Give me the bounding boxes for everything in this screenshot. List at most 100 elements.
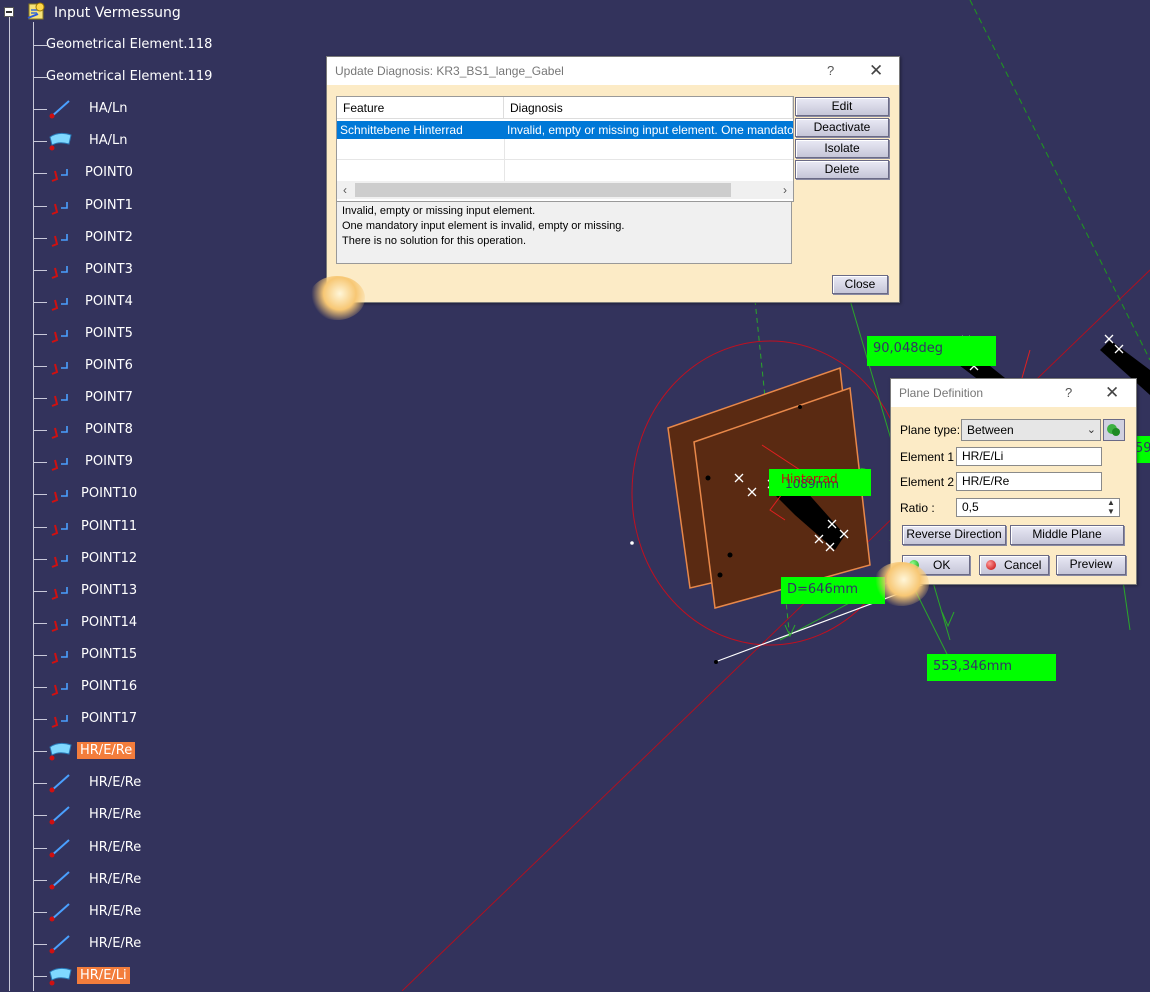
tree-connector-line — [33, 22, 34, 991]
plane-definition-dialog: Plane Definition ? ✕ Plane type: Between… — [873, 378, 1137, 606]
tree-item-label[interactable]: HA/Ln — [89, 101, 128, 116]
tree-item-label[interactable]: POINT11 — [81, 519, 137, 534]
tree-connector-line — [33, 366, 47, 367]
specification-tree: Input Vermessung Geometrical Element.118… — [0, 0, 330, 991]
tree-item-label[interactable]: POINT0 — [85, 165, 133, 180]
tree-item-label[interactable]: HR/E/Re — [89, 840, 141, 855]
tree-connector-line — [33, 719, 47, 720]
element2-field[interactable]: HR/E/Re — [956, 472, 1102, 491]
overlap-measure[interactable]: 1089mm Hinterrad — [769, 469, 871, 496]
cancel-button[interactable]: Cancel — [979, 555, 1049, 575]
tree-item-label[interactable]: POINT13 — [81, 583, 137, 598]
column-header-diagnosis[interactable]: Diagnosis — [504, 97, 793, 119]
dialog-logo-icon — [873, 562, 929, 606]
tree-item-label[interactable]: HR/E/Re — [89, 872, 141, 887]
tree-item-label[interactable]: POINT15 — [81, 647, 137, 662]
table-cell-diagnosis[interactable]: Invalid, empty or missing input element.… — [504, 121, 793, 139]
tree-item-label[interactable]: HA/Ln — [89, 133, 128, 148]
line-icon — [47, 868, 73, 892]
tree-item-label[interactable]: Geometrical Element.119 — [46, 69, 212, 84]
tree-item-label[interactable]: POINT6 — [85, 358, 133, 373]
middle-plane-button[interactable]: Middle Plane — [1010, 525, 1124, 545]
stepper-down-icon[interactable]: ▼ — [1104, 508, 1118, 516]
tree-item-label[interactable]: POINT17 — [81, 711, 137, 726]
ratio-value: 0,5 — [962, 500, 979, 514]
reverse-direction-button[interactable]: Reverse Direction — [902, 525, 1006, 545]
point-icon — [47, 418, 73, 442]
scrollbar-thumb[interactable] — [355, 183, 731, 197]
close-button[interactable]: Close — [832, 275, 888, 294]
point-icon — [47, 675, 73, 699]
tree-connector-line — [33, 912, 47, 913]
message-line: There is no solution for this operation. — [342, 235, 527, 247]
update-diagnosis-dialog: Update Diagnosis: KR3_BS1_lange_Gabel ? … — [309, 56, 900, 320]
tree-connector-line — [33, 880, 47, 881]
point-marker — [705, 475, 711, 481]
tree-item-label[interactable]: POINT10 — [81, 486, 137, 501]
tree-item-label[interactable]: POINT9 — [85, 454, 133, 469]
tree-item-label[interactable]: POINT7 — [85, 390, 133, 405]
point-icon — [47, 161, 73, 185]
help-icon[interactable]: ? — [1065, 379, 1072, 407]
tree-item-label[interactable]: HR/E/Li — [77, 967, 130, 984]
tree-item-label[interactable]: POINT2 — [85, 230, 133, 245]
tree-item-label[interactable]: HR/E/Re — [77, 742, 136, 759]
tree-item-label[interactable]: Geometrical Element.118 — [46, 37, 212, 52]
edit-button[interactable]: Edit — [795, 97, 889, 116]
length-measure[interactable]: 553,346mm — [927, 654, 1056, 681]
plane-type-label: Plane type: — [900, 423, 961, 437]
tree-item-label[interactable]: POINT12 — [81, 551, 137, 566]
stepper-up-icon[interactable]: ▲ — [1104, 499, 1118, 507]
element1-field[interactable]: HR/E/Li — [956, 447, 1102, 466]
point-icon — [47, 547, 73, 571]
line-icon — [47, 771, 73, 795]
collapse-icon[interactable] — [4, 7, 14, 17]
tree-item-label[interactable]: HR/E/Re — [89, 807, 141, 822]
close-icon[interactable]: ✕ — [869, 57, 883, 85]
tree-item-label[interactable]: POINT8 — [85, 422, 133, 437]
cancel-label: Cancel — [1004, 558, 1042, 572]
tree-item-label[interactable]: POINT5 — [85, 326, 133, 341]
point-marker — [717, 572, 723, 578]
dialog-title: Plane Definition — [891, 379, 1136, 407]
column-header-feature[interactable]: Feature — [337, 97, 504, 119]
line-icon — [47, 932, 73, 956]
plane-type-select[interactable]: Between ⌄ — [961, 419, 1101, 441]
help-icon[interactable]: ? — [827, 57, 834, 85]
plane-type-lock-button[interactable] — [1103, 419, 1125, 441]
angle-measure[interactable]: 90,048deg — [867, 336, 996, 366]
close-icon[interactable]: ✕ — [1105, 379, 1119, 407]
point-marker — [727, 552, 733, 558]
geometrical-set-icon — [27, 2, 45, 20]
tree-item-label[interactable]: POINT4 — [85, 294, 133, 309]
tree-item-label[interactable]: HR/E/Re — [89, 904, 141, 919]
tree-item-label[interactable]: POINT14 — [81, 615, 137, 630]
deactivate-button[interactable]: Deactivate — [795, 118, 889, 137]
delete-button[interactable]: Delete — [795, 160, 889, 179]
table-cell-feature[interactable]: Schnittebene Hinterrad — [337, 121, 504, 139]
feature-name-text: Hinterrad — [781, 472, 838, 486]
tree-connector-line — [33, 944, 47, 945]
tree-connector-line — [33, 591, 47, 592]
tree-item-label[interactable]: POINT3 — [85, 262, 133, 277]
scroll-left-icon[interactable]: ‹ — [337, 181, 353, 199]
grid-line — [504, 139, 505, 181]
tree-root-label[interactable]: Input Vermessung — [54, 5, 181, 21]
point-marker — [798, 405, 802, 409]
isolate-button[interactable]: Isolate — [795, 139, 889, 158]
scroll-right-icon[interactable]: › — [777, 181, 793, 199]
tree-item-label[interactable]: POINT16 — [81, 679, 137, 694]
diameter-measure[interactable]: D=646mm — [781, 577, 885, 604]
ratio-stepper[interactable]: 0,5 ▲ ▼ — [956, 498, 1120, 517]
tree-item-label[interactable]: POINT1 — [85, 198, 133, 213]
preview-button[interactable]: Preview — [1056, 555, 1126, 575]
tree-connector-line — [33, 815, 47, 816]
point-icon — [47, 611, 73, 635]
tree-connector-line — [33, 527, 47, 528]
tree-connector-line — [9, 12, 10, 991]
horizontal-scrollbar[interactable]: ‹ › — [337, 181, 793, 199]
tree-item-label[interactable]: HR/E/Re — [89, 775, 141, 790]
tree-item-label[interactable]: HR/E/Re — [89, 936, 141, 951]
plane-type-value: Between — [967, 423, 1014, 437]
tree-connector-line — [33, 206, 47, 207]
